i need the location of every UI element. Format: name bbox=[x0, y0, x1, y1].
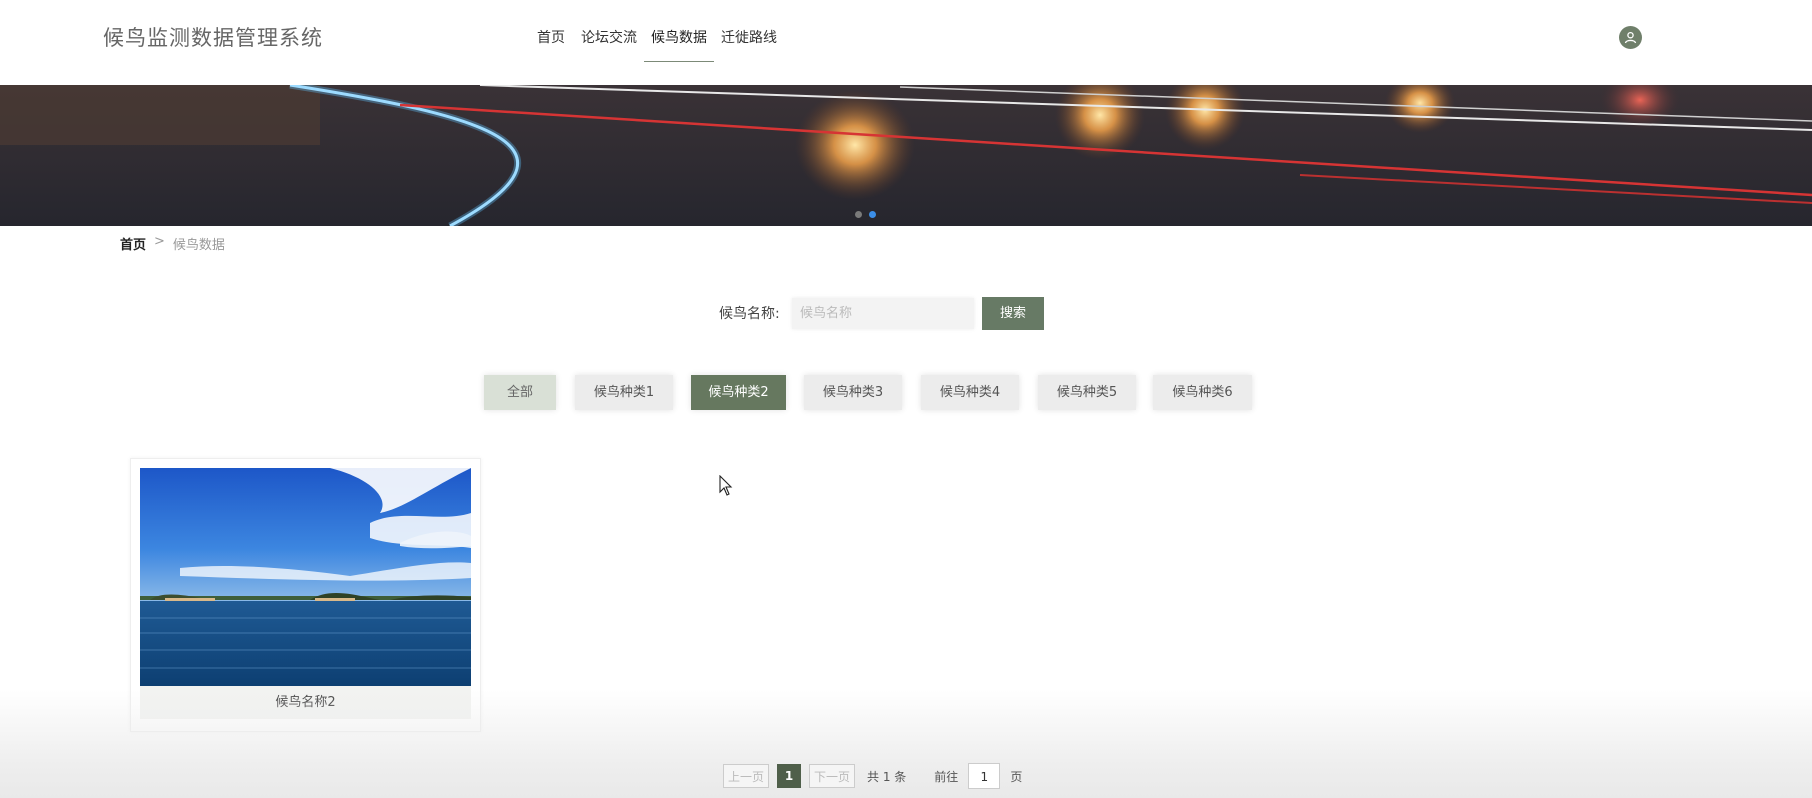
nav-item-forum[interactable]: 论坛交流 bbox=[574, 0, 644, 62]
nav-item-migration-route[interactable]: 迁徙路线 bbox=[714, 0, 784, 62]
site-title[interactable]: 候鸟监测数据管理系统 bbox=[103, 22, 323, 52]
category-6[interactable]: 候鸟种类6 bbox=[1153, 375, 1252, 410]
bird-card[interactable]: 候鸟名称2 bbox=[130, 458, 481, 732]
breadcrumb: 首页 > 候鸟数据 bbox=[120, 234, 225, 253]
bird-card-image[interactable] bbox=[140, 468, 471, 686]
category-1[interactable]: 候鸟种类1 bbox=[575, 375, 673, 410]
category-2[interactable]: 候鸟种类2 bbox=[691, 375, 786, 410]
top-header: 候鸟监测数据管理系统 首页 论坛交流 候鸟数据 迁徙路线 bbox=[0, 0, 1812, 85]
pagination-page-suffix: 页 bbox=[1010, 769, 1023, 784]
nav-item-home[interactable]: 首页 bbox=[528, 0, 574, 62]
next-page-button[interactable]: 下一页 bbox=[809, 764, 856, 788]
banner-carousel[interactable] bbox=[0, 85, 1812, 226]
carousel-dot[interactable] bbox=[855, 211, 862, 218]
page-number-current[interactable]: 1 bbox=[777, 764, 802, 788]
search-button[interactable]: 搜索 bbox=[982, 297, 1044, 330]
nav-item-bird-data[interactable]: 候鸟数据 bbox=[644, 0, 714, 62]
pagination-goto-input[interactable]: 1 bbox=[968, 763, 1001, 789]
pagination-total: 共 1 条 bbox=[867, 769, 907, 784]
main-nav: 首页 论坛交流 候鸟数据 迁徙路线 bbox=[528, 0, 784, 62]
bird-card-title[interactable]: 候鸟名称2 bbox=[140, 686, 471, 719]
pagination-goto-label: 前往 bbox=[934, 769, 959, 784]
user-icon bbox=[1624, 31, 1637, 44]
category-all[interactable]: 全部 bbox=[484, 375, 556, 410]
prev-page-button[interactable]: 上一页 bbox=[723, 764, 770, 788]
breadcrumb-current: 候鸟数据 bbox=[172, 238, 225, 253]
banner-image bbox=[0, 85, 1812, 226]
search-input[interactable] bbox=[792, 298, 974, 329]
category-3[interactable]: 候鸟种类3 bbox=[804, 375, 902, 410]
search-label: 候鸟名称: bbox=[719, 306, 780, 322]
user-avatar[interactable] bbox=[1619, 26, 1642, 49]
breadcrumb-separator: > bbox=[154, 234, 165, 249]
carousel-indicators bbox=[855, 211, 876, 218]
pagination: 上一页 1 下一页 共 1 条 前往 1 页 bbox=[723, 763, 1022, 789]
mouse-cursor-icon bbox=[719, 475, 733, 496]
carousel-dot-active[interactable] bbox=[869, 211, 876, 218]
breadcrumb-home[interactable]: 首页 bbox=[120, 234, 146, 253]
lake-landscape-image bbox=[140, 468, 471, 686]
category-5[interactable]: 候鸟种类5 bbox=[1038, 375, 1136, 410]
category-4[interactable]: 候鸟种类4 bbox=[921, 375, 1019, 410]
